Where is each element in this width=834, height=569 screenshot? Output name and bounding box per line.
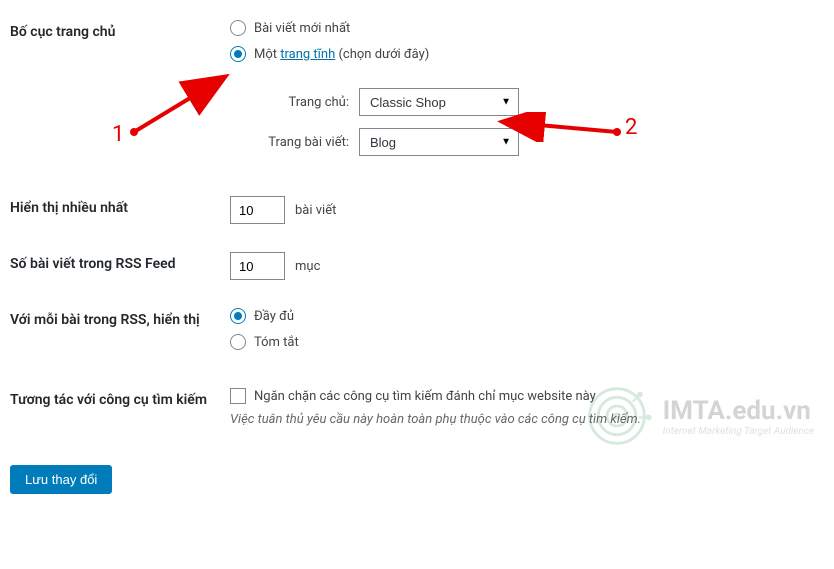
annotation-two: 2 — [625, 115, 637, 140]
radio-latest-label: Bài viết mới nhất — [254, 21, 350, 36]
watermark-subtitle: Internet Marketing Target Audience — [663, 426, 814, 437]
rss-count-input[interactable] — [230, 252, 285, 280]
radio-rss-summary[interactable] — [230, 334, 246, 350]
rss-display-label: Với mỗi bài trong RSS, hiển thị — [10, 308, 230, 328]
radio-static-page[interactable] — [230, 46, 246, 62]
radio-rss-full-label: Đầy đủ — [254, 309, 294, 324]
search-engine-checkbox[interactable] — [230, 388, 246, 404]
posts-page-select[interactable]: Blog — [359, 128, 519, 156]
homepage-select-label: Trang chủ: — [254, 95, 349, 110]
search-engine-checkbox-label: Ngăn chặn các công cụ tìm kiếm đánh chỉ … — [254, 389, 596, 404]
max-display-suffix: bài viết — [295, 203, 336, 218]
save-button[interactable]: Lưu thay đổi — [10, 465, 112, 494]
homepage-select[interactable]: Classic Shop — [359, 88, 519, 116]
static-page-link[interactable]: trang tĩnh — [280, 47, 335, 62]
radio-latest-posts[interactable] — [230, 20, 246, 36]
posts-page-select-label: Trang bài viết: — [254, 135, 349, 150]
watermark: IMTA.edu.vn Internet Marketing Target Au… — [581, 380, 814, 452]
rss-count-label: Số bài viết trong RSS Feed — [10, 252, 230, 272]
rss-count-suffix: mục — [295, 259, 320, 274]
radio-rss-full[interactable] — [230, 308, 246, 324]
layout-label: Bố cục trang chủ — [10, 20, 230, 40]
watermark-logo-icon — [581, 380, 653, 452]
radio-rss-summary-label: Tóm tắt — [254, 335, 299, 350]
max-display-input[interactable] — [230, 196, 285, 224]
radio-static-label: Một trang tĩnh (chọn dưới đây) — [254, 47, 429, 62]
annotation-one: 1 — [112, 122, 124, 147]
max-display-label: Hiển thị nhiều nhất — [10, 196, 230, 216]
search-engine-label: Tương tác với công cụ tìm kiếm — [10, 388, 230, 408]
watermark-title: IMTA.edu.vn — [663, 396, 814, 426]
